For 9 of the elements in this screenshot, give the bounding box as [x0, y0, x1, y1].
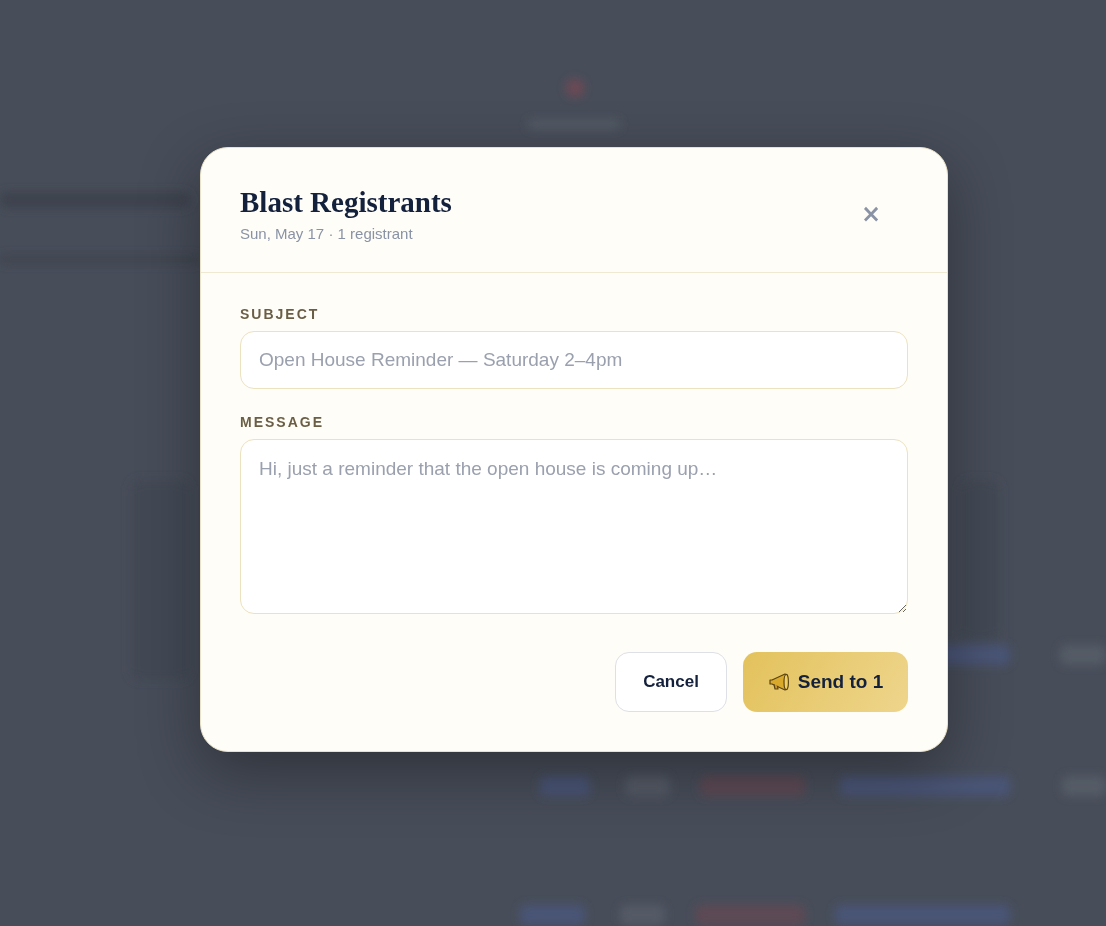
- megaphone-icon: [767, 672, 792, 692]
- subject-input[interactable]: Open House Reminder — Saturday 2–4pm: [240, 331, 908, 389]
- send-button[interactable]: Send to 1: [743, 652, 908, 712]
- field-label: SUBJECT: [240, 305, 320, 323]
- dialog-subtitle: Sun, May 17 · 1 registrant: [240, 224, 414, 244]
- message-textarea[interactable]: Hi, just a reminder that the open house is coming up…: [240, 439, 908, 614]
- field-label: MESSAGE: [240, 413, 324, 431]
- dialog-title: Blast Registrants: [240, 185, 452, 220]
- cancel-button[interactable]: Cancel: [615, 652, 727, 712]
